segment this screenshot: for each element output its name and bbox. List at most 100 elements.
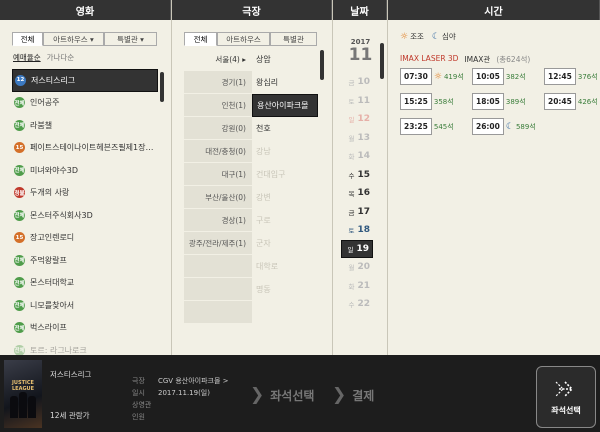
region-item[interactable]: 경상(1): [184, 209, 252, 232]
step-seat-label: 좌석선택: [270, 388, 315, 403]
theater-tab-arthouse[interactable]: 아트하우스: [217, 32, 270, 46]
region-item[interactable]: 서울(4) ▸: [184, 48, 252, 71]
date-weekday: 목: [348, 190, 355, 199]
seat-selection-button[interactable]: 좌석선택: [536, 366, 596, 428]
movie-title: 인어공주: [30, 98, 60, 108]
movie-column: 영화 전체 아트하우스 ▾ 특별관 ▾ 예매율순 가나다순 12 저스티스리그 전체…: [0, 0, 172, 356]
date-list-scrollbar[interactable]: [380, 43, 384, 79]
summary-people-label: 인원: [132, 413, 145, 421]
date-day: 11: [357, 95, 370, 106]
theater-item[interactable]: 천호: [252, 117, 318, 140]
rating-badge: 전체: [14, 164, 25, 176]
date-weekday: 수: [348, 301, 355, 310]
theater-column: 극장 전체 아트하우스 특별관 서울(4) ▸ 경기(1) 인천(1) 강원(0) 대전…: [172, 0, 333, 355]
sun-icon: ☼: [400, 31, 409, 42]
movie-tab-all[interactable]: 전체: [12, 32, 43, 46]
region-item[interactable]: 경기(1): [184, 71, 252, 94]
remaining-seats: 382석: [505, 72, 526, 81]
date-item: 월 20: [341, 258, 373, 277]
movie-list-item[interactable]: 전체 몬스터주식회사3D: [12, 204, 158, 227]
sun-icon: ☼: [433, 71, 442, 82]
movie-title: 저스티스리그: [31, 75, 76, 85]
moon-icon: ☾: [431, 31, 440, 42]
date-day: 19: [356, 243, 369, 254]
theater-list-scrollbar[interactable]: [320, 50, 324, 80]
movie-list-item[interactable]: 전체 니모를찾아서: [12, 294, 158, 317]
theater-item: 대학로: [256, 262, 279, 271]
movie-list-item[interactable]: 15 장고인렌로디: [12, 227, 158, 250]
remaining-seats: 358석: [433, 97, 454, 106]
hall-total-seats: (총624석): [496, 55, 531, 64]
showtime-button[interactable]: 12:45: [544, 68, 576, 85]
movie-list-item[interactable]: 전체 라붐챌: [12, 114, 158, 137]
date-item[interactable]: 수 15: [341, 166, 373, 185]
showtime-button[interactable]: 26:00: [472, 118, 504, 135]
showtime-button[interactable]: 20:45: [544, 93, 576, 110]
movie-list-scrollbar[interactable]: [160, 72, 164, 102]
summary-movie-title: 저스티스리그: [50, 370, 92, 379]
date-item: 화 14: [341, 147, 373, 166]
poster-figure: [19, 392, 27, 418]
showtime-button[interactable]: 18:05: [472, 93, 504, 110]
movie-tab-arthouse[interactable]: 아트하우스 ▾: [43, 32, 104, 46]
region-item[interactable]: 강원(0): [184, 117, 252, 140]
theater-item[interactable]: 왕십리: [252, 71, 318, 94]
sort-by-name[interactable]: 가나다순: [47, 52, 75, 63]
movie-list-item[interactable]: 전체 몬스터대학교: [12, 272, 158, 295]
movie-list-item[interactable]: 15 페이트스테이나이트헤븐즈필제1장…: [12, 137, 158, 160]
theater-list: 상암 왕십리 용산아이파크몰 천호 강남 건대입구 강변 구로 군자 대학로 명동: [252, 48, 318, 301]
date-item[interactable]: 금 17: [341, 203, 373, 222]
movie-title: 장고인렌로디: [30, 233, 75, 243]
region-item[interactable]: 인천(1): [184, 94, 252, 117]
movie-tab-special[interactable]: 특별관 ▾: [104, 32, 157, 46]
summary-date-label: 일시: [132, 389, 145, 397]
region-item[interactable]: 부산/울산(0): [184, 186, 252, 209]
date-item[interactable]: 일 19: [341, 239, 373, 258]
date-weekday: 월: [348, 264, 355, 273]
movie-list-item[interactable]: 전체 인어공주: [12, 92, 158, 115]
rating-badge: 15: [14, 142, 25, 154]
region-item[interactable]: 대구(1): [184, 163, 252, 186]
theater-item[interactable]: 상암: [252, 48, 318, 71]
theater-tab-all[interactable]: 전체: [184, 32, 217, 46]
rating-badge: 전체: [14, 209, 25, 221]
movie-list-item[interactable]: 전체 미녀와야수3D: [12, 159, 158, 182]
showtime-button[interactable]: 23:25: [400, 118, 432, 135]
movie-list-item[interactable]: 청불 두개의 사랑: [12, 182, 158, 205]
movie-list-item[interactable]: 12 저스티스리그: [12, 69, 158, 92]
date-day: 22: [357, 299, 370, 310]
showtime-slot: 26:00 ☾ 589석: [472, 118, 544, 135]
date-item[interactable]: 목 16: [341, 184, 373, 203]
sort-by-booking-rate[interactable]: 예매율순: [13, 52, 41, 63]
showtime-button[interactable]: 07:30: [400, 68, 432, 85]
date-day: 17: [357, 206, 370, 217]
movie-title: 두개의 사랑: [30, 188, 70, 198]
movie-list-item[interactable]: 전체 벅스라이프: [12, 317, 158, 340]
showtime-button[interactable]: 10:05: [472, 68, 504, 85]
region-item[interactable]: 대전/충청(0): [184, 140, 252, 163]
date-item: 토 11: [341, 92, 373, 111]
movie-list-item[interactable]: 전체 주먹왕랄프: [12, 249, 158, 272]
date-item[interactable]: 토 18: [341, 221, 373, 240]
seat-selection-button-label: 좌석선택: [551, 406, 581, 415]
showtime-slot: 18:05 389석: [472, 93, 544, 110]
region-item: [184, 301, 252, 324]
date-weekday: 금: [348, 79, 355, 88]
theater-item: 구로: [256, 216, 271, 225]
time-legend: ☼ 조조 ☾ 심야: [400, 31, 456, 42]
rating-badge: 전체: [14, 299, 25, 311]
date-day: 14: [357, 151, 370, 162]
poster-title: JUSTICE LEAGUE: [11, 380, 35, 392]
date-list: 금 10 토 11 일 12 월 13 화 14 수 15 목 16 금 17 토 18 일 19 월 20 화 21 수 22: [341, 73, 373, 314]
rating-badge: 15: [14, 232, 25, 244]
showtime-slot: 15:25 358석: [400, 93, 472, 110]
region-item: [184, 255, 252, 278]
theater-tab-special[interactable]: 특별관: [270, 32, 317, 46]
date-weekday: 화: [348, 153, 355, 162]
movie-title: 벅스라이프: [30, 323, 67, 333]
theater-item[interactable]: 용산아이파크몰: [252, 94, 318, 117]
region-list: 서울(4) ▸ 경기(1) 인천(1) 강원(0) 대전/충청(0) 대구(1) 부산/울산…: [184, 48, 252, 324]
movie-title: 주먹왕랄프: [30, 255, 67, 265]
region-item[interactable]: 광주/전라/제주(1): [184, 232, 252, 255]
showtime-button[interactable]: 15:25: [400, 93, 432, 110]
